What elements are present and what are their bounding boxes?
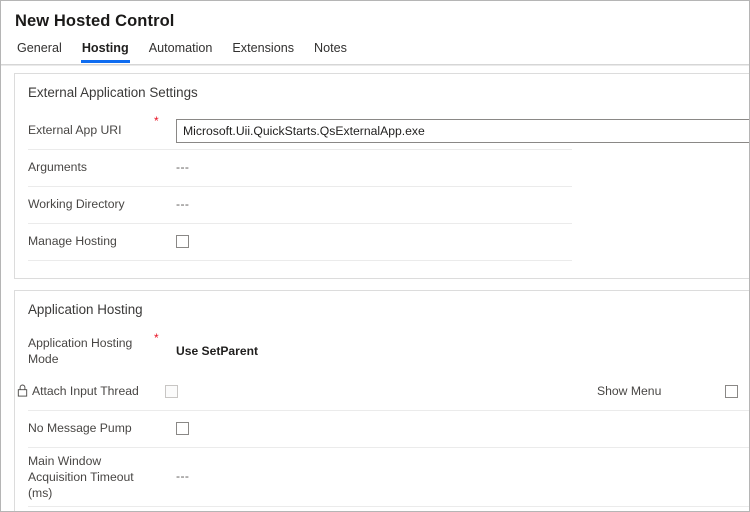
required-indicator-arguments <box>154 149 176 153</box>
show-menu-right-column: Show Menu <box>572 383 749 400</box>
required-indicator-application-hosting-mode: * <box>154 331 159 345</box>
field-row-attach-input-thread: Attach Input Thread Show Menu <box>17 373 749 410</box>
required-indicator-working-directory <box>154 186 176 190</box>
external-app-uri-input[interactable]: Microsoft.Uii.QuickStarts.QsExternalApp.… <box>176 118 749 143</box>
section-footer-external-application-settings <box>15 261 749 278</box>
field-label-attach-input-thread: Attach Input Thread <box>17 383 143 400</box>
attach-input-thread-left-column: Attach Input Thread <box>17 383 572 400</box>
required-indicator-manage-hosting <box>154 223 176 227</box>
field-list-application-hosting: Application Hosting Mode * Use SetParent <box>15 329 749 507</box>
field-label-no-message-pump: No Message Pump <box>28 421 132 435</box>
tab-general[interactable]: General <box>16 40 63 63</box>
field-label-main-window-acquisition-timeout: Main Window Acquisition Timeout (ms) <box>28 453 134 500</box>
required-indicator-main-window-acquisition-timeout <box>154 447 176 451</box>
section-footer-application-hosting <box>15 507 749 511</box>
tab-extensions[interactable]: Extensions <box>231 40 295 63</box>
lock-icon <box>17 384 28 397</box>
working-directory-value[interactable]: --- <box>176 196 189 213</box>
hosted-control-window: New Hosted Control General Hosting Autom… <box>0 0 750 512</box>
field-row-application-hosting-mode: Application Hosting Mode * Use SetParent <box>28 329 749 373</box>
field-row-no-message-pump: No Message Pump <box>28 410 749 447</box>
field-list-external-application-settings: External App URI * Microsoft.Uii.QuickSt… <box>15 112 749 261</box>
application-hosting-mode-value[interactable]: Use SetParent <box>176 343 258 360</box>
field-row-main-window-acquisition-timeout: Main Window Acquisition Timeout (ms) --- <box>28 447 749 506</box>
section-title-external-application-settings: External Application Settings <box>28 85 198 100</box>
field-row-manage-hosting: Manage Hosting <box>28 223 749 260</box>
section-application-hosting: Application Hosting Application Hosting … <box>14 290 749 511</box>
page-header: New Hosted Control General Hosting Autom… <box>1 1 749 63</box>
arguments-value[interactable]: --- <box>176 159 189 176</box>
field-label-arguments: Arguments <box>28 160 87 174</box>
field-label-attach-input-thread-text: Attach Input Thread <box>32 384 139 398</box>
section-external-application-settings: External Application Settings External A… <box>14 73 749 279</box>
field-list-bottom-rule-1 <box>28 260 749 261</box>
main-window-acquisition-timeout-value[interactable]: --- <box>176 468 189 485</box>
tab-notes[interactable]: Notes <box>313 40 348 63</box>
field-row-arguments: Arguments --- <box>28 149 749 186</box>
section-title-application-hosting: Application Hosting <box>28 302 143 317</box>
required-indicator-external-app-uri: * <box>154 114 159 128</box>
tab-hosting[interactable]: Hosting <box>80 40 130 63</box>
no-message-pump-checkbox[interactable] <box>176 422 189 435</box>
required-indicator-no-message-pump <box>154 410 176 414</box>
field-list-bottom-rule-2 <box>28 506 749 507</box>
field-row-external-app-uri: External App URI * Microsoft.Uii.QuickSt… <box>28 112 749 149</box>
manage-hosting-checkbox[interactable] <box>176 235 189 248</box>
field-label-application-hosting-mode: Application Hosting Mode <box>28 336 133 366</box>
field-label-working-directory: Working Directory <box>28 197 125 211</box>
required-indicator-attach-input-thread <box>143 383 165 387</box>
page-title: New Hosted Control <box>15 12 175 30</box>
field-label-show-menu: Show Menu <box>597 384 662 398</box>
field-row-working-directory: Working Directory --- <box>28 186 749 223</box>
tab-automation[interactable]: Automation <box>148 40 214 63</box>
field-label-manage-hosting: Manage Hosting <box>28 234 117 248</box>
attach-input-thread-checkbox[interactable] <box>165 385 178 398</box>
tabstrip: General Hosting Automation Extensions No… <box>15 40 749 63</box>
field-label-external-app-uri: External App URI <box>28 123 122 137</box>
form-body: External Application Settings External A… <box>1 66 749 511</box>
show-menu-checkbox[interactable] <box>725 385 738 398</box>
